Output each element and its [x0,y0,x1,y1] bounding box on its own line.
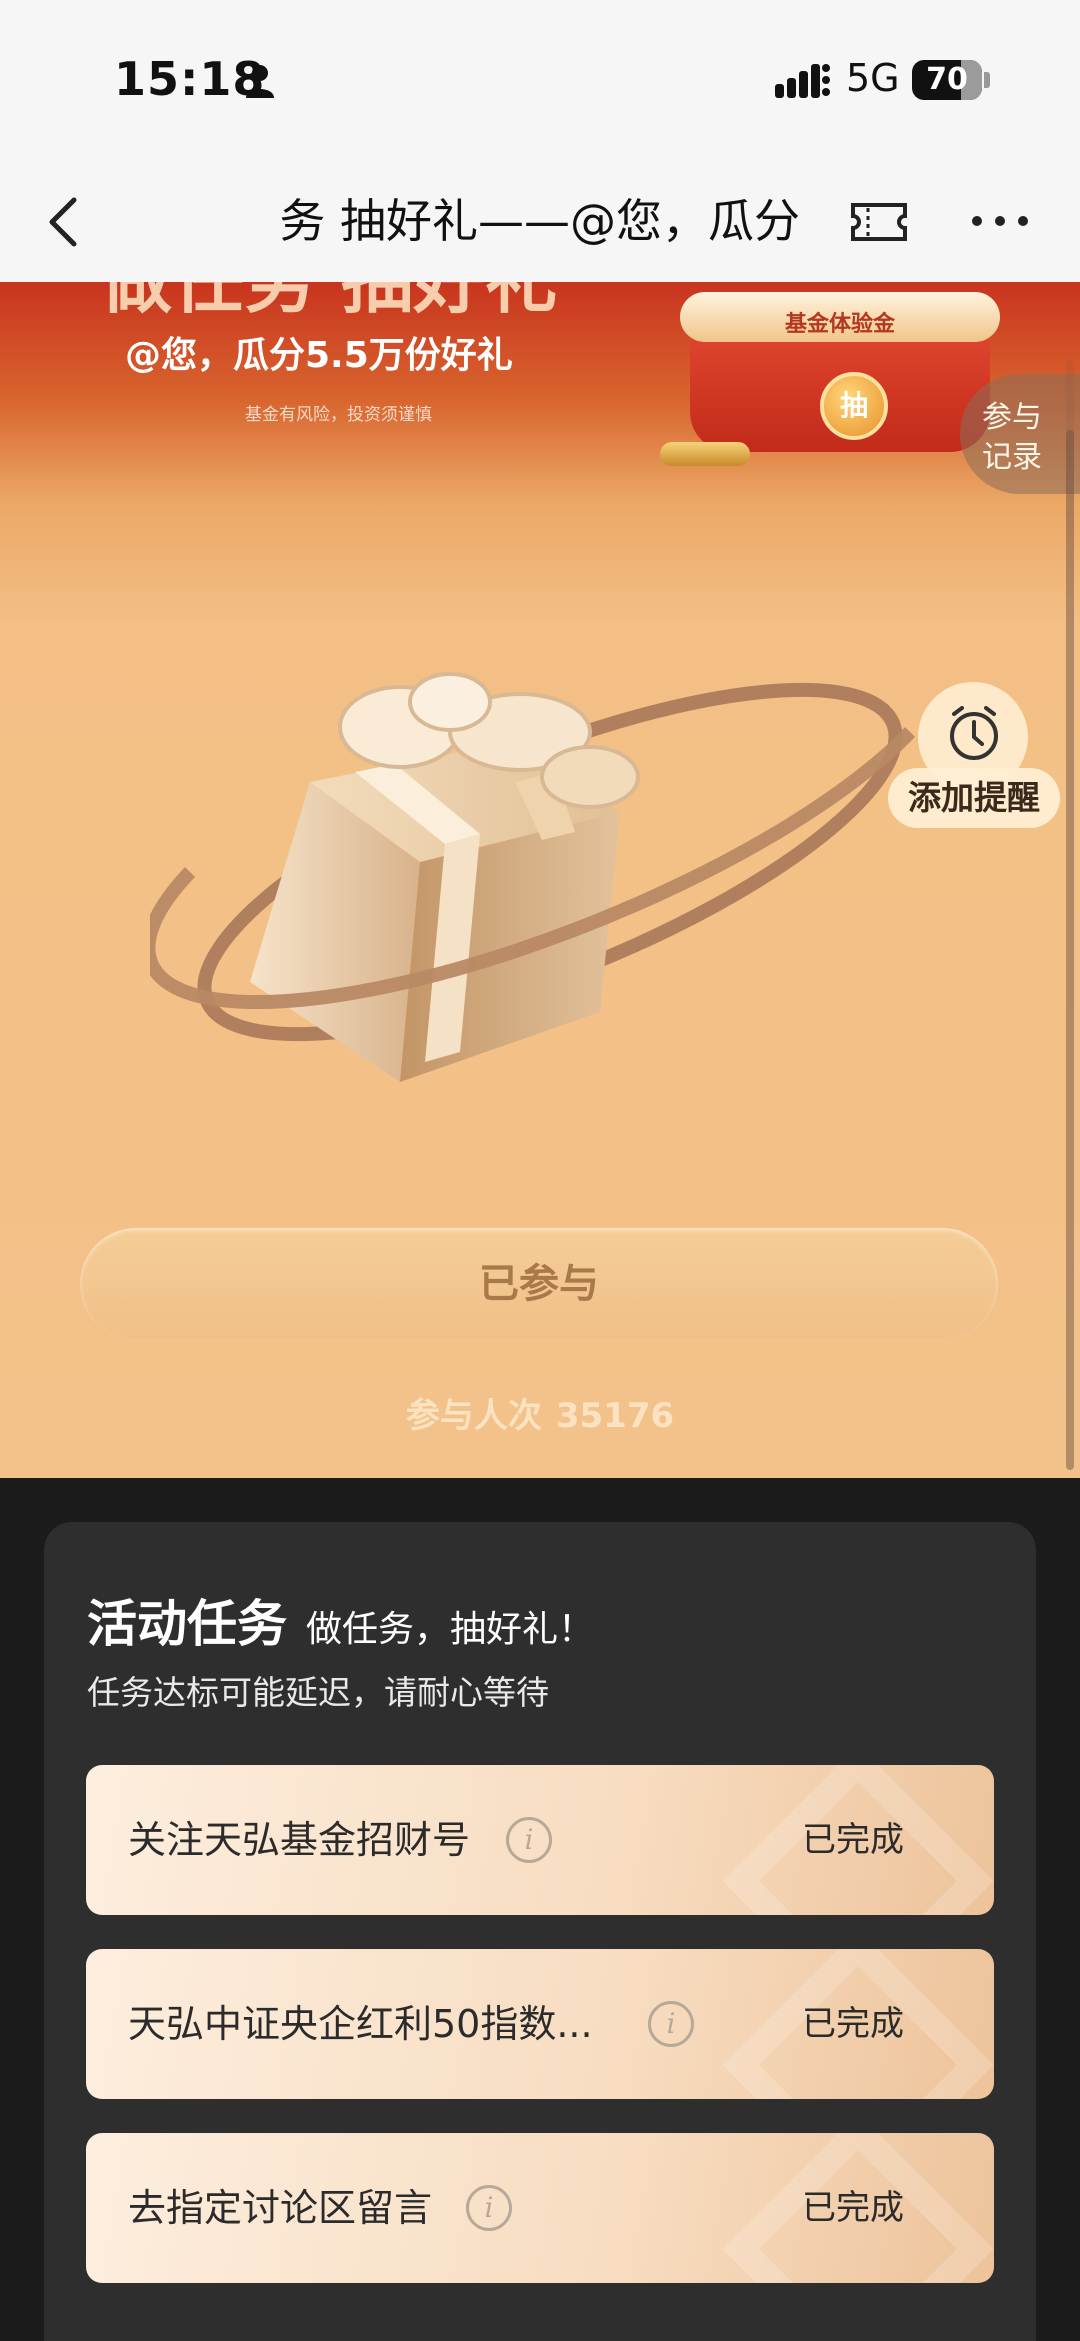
clock-time: 15:18 [114,52,266,106]
add-reminder-button[interactable]: 添加提醒 [888,682,1060,832]
draw-coin-button[interactable]: 抽 [820,372,888,440]
ticket-icon[interactable] [850,202,908,242]
pot-rim: 基金体验金 [680,292,1000,342]
scrollbar-thumb[interactable] [1066,430,1074,1470]
joined-button[interactable]: 已参与 [80,1228,998,1340]
participants-number: 35176 [555,1396,675,1436]
status-bar: 15:18 5G 70 [0,0,1080,160]
participation-records-button[interactable]: 参与 记录 [960,374,1080,494]
battery-tip [984,72,990,88]
page-title-text: 务 抽好礼——@您，瓜分 [279,194,800,248]
person-icon [246,65,274,98]
task-name: 去指定讨论区留言 [128,2186,433,2230]
coins-pile [660,442,750,466]
signal-icon [775,64,830,98]
reminder-label: 添加提醒 [888,768,1060,828]
tasks-title: 活动任务 [87,1595,287,1653]
hero-subtitle: @您，瓜分5.5万份好礼 [125,335,513,376]
records-label-line2: 记录 [982,440,1042,475]
gift-box-illustration [150,672,916,1082]
tasks-subtitle: 做任务，抽好礼！ [306,1609,595,1650]
participants-label: 参与人次 [405,1396,542,1436]
nav-bar: 务 抽好礼——@您，瓜分 [0,160,1080,282]
task-status: 已完成 [802,2004,904,2044]
activity-tasks-panel: 活动任务 做任务，抽好礼！ 任务达标可能延迟，请耐心等待 关注天弘基金招财号 i… [44,1522,1036,2341]
tasks-note: 任务达标可能延迟，请耐心等待 [87,1673,549,1712]
activity-hero: 做任务 抽好礼 @您，瓜分5.5万份好礼 基金有风险，投资须谨慎 基金体验金 抽… [0,282,1080,1478]
task-name: 天弘中证央企红利50指数... [128,2002,593,2046]
page-title: 务 抽好礼——@您，瓜分 [275,188,800,254]
more-icon[interactable] [970,214,1030,228]
hero-headline: 做任务 抽好礼 [100,282,557,327]
info-icon[interactable]: i [466,2185,512,2231]
task-card[interactable]: 天弘中证央企红利50指数... i 已完成 [86,1949,994,2099]
info-icon[interactable]: i [506,1817,552,1863]
back-arrow-icon[interactable] [44,194,84,250]
task-status: 已完成 [802,1820,904,1860]
pot-label: 基金体验金 [784,312,895,337]
battery-icon: 70 [912,60,982,100]
battery-level: 70 [926,62,968,97]
alarm-clock-icon [950,706,998,760]
records-label-line1: 参与 [982,400,1042,435]
info-icon[interactable]: i [648,2001,694,2047]
task-card[interactable]: 关注天弘基金招财号 i 已完成 [86,1765,994,1915]
risk-disclaimer: 基金有风险，投资须谨慎 [245,405,432,425]
network-type: 5G [846,56,900,100]
task-card[interactable]: 去指定讨论区留言 i 已完成 [86,2133,994,2283]
task-name: 关注天弘基金招财号 [128,1818,471,1862]
task-status: 已完成 [802,2188,904,2228]
participant-count: 参与人次 35176 [0,1388,1080,1437]
